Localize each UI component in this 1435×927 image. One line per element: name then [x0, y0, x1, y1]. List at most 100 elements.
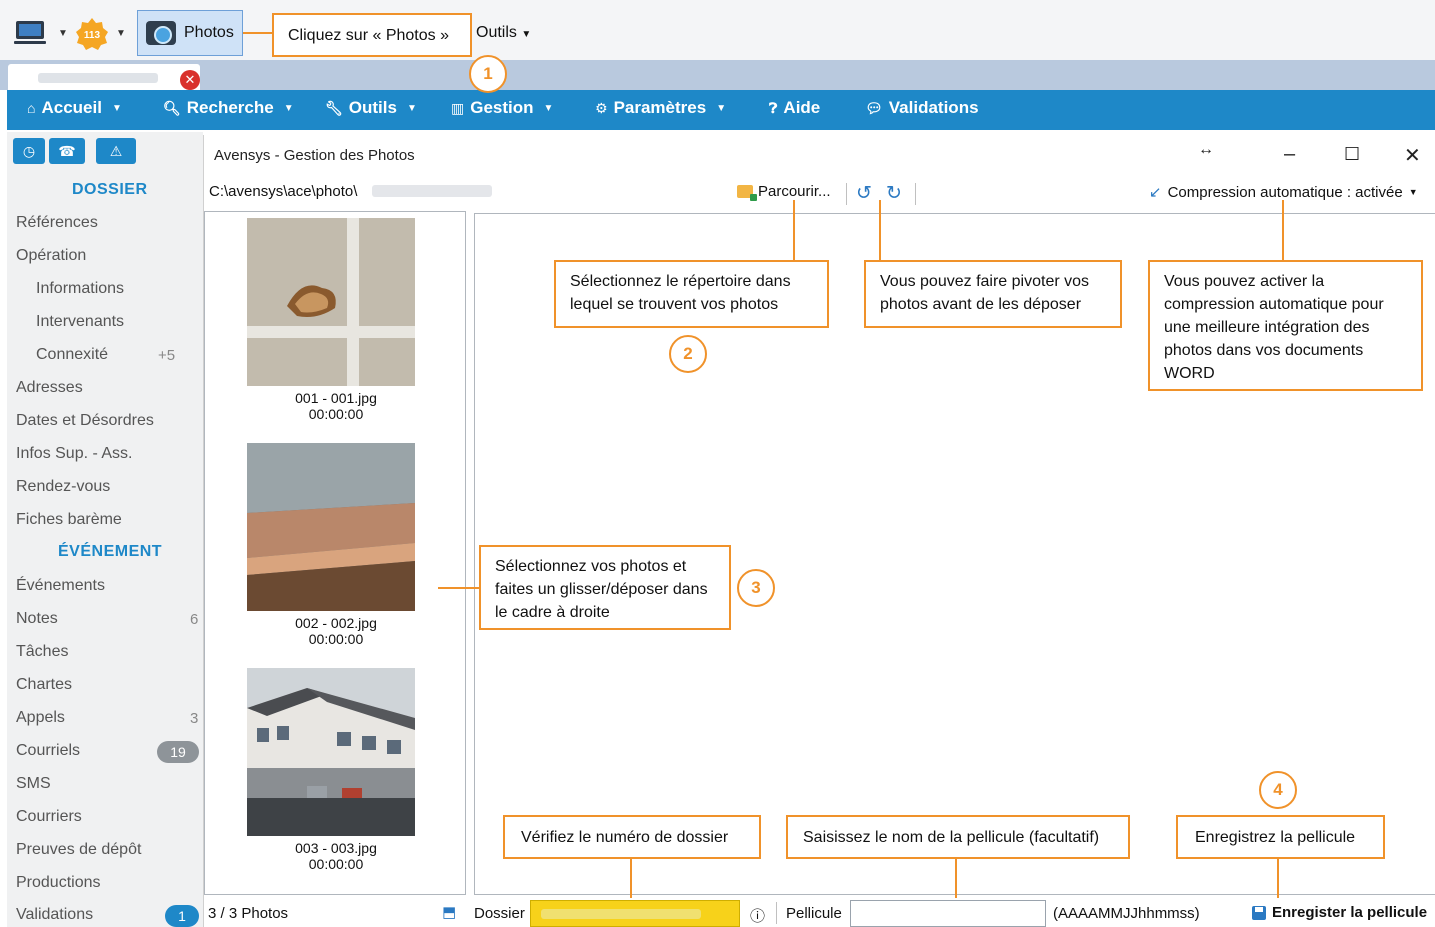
- date-format-hint: (AAAAMMJJhhmmss): [1053, 905, 1200, 922]
- sidebar-item-operation[interactable]: Opération: [16, 247, 86, 265]
- redacted-dossier-number: [541, 909, 701, 919]
- connector-line: [243, 32, 273, 34]
- maximize-icon[interactable]: ☐: [1344, 144, 1360, 165]
- folder-icon: [737, 185, 757, 201]
- monitor-dropdown-icon[interactable]: ▼: [58, 28, 68, 39]
- pellicule-name-input[interactable]: [850, 900, 1046, 927]
- connector-line: [793, 200, 795, 260]
- callout-compression: Vous pouvez activer la compression autom…: [1148, 260, 1423, 391]
- sidebar-item-adresses[interactable]: Adresses: [16, 379, 83, 397]
- sidebar-item-courriers[interactable]: Courriers: [16, 808, 82, 826]
- sidebar-item-sms[interactable]: SMS: [16, 775, 51, 793]
- phone-icon[interactable]: ☎: [49, 138, 85, 164]
- badge-dropdown-icon[interactable]: ▼: [116, 28, 126, 39]
- connector-line: [1282, 200, 1284, 260]
- sidebar-item-intervenants[interactable]: Intervenants: [36, 313, 124, 331]
- compress-icon: ↙: [1149, 184, 1162, 201]
- callout-rotate: Vous pouvez faire pivoter vos photos ava…: [864, 260, 1122, 328]
- minimize-icon[interactable]: –: [1284, 143, 1295, 166]
- photo-count: 3 / 3 Photos: [208, 905, 289, 922]
- close-window-icon[interactable]: ✕: [1404, 143, 1421, 168]
- photo-thumbnail[interactable]: [247, 218, 415, 386]
- thumbnail-name: 003 - 003.jpg: [295, 840, 377, 856]
- top-toolbar: ▼ 113 ▼ Photos Outils ▼: [0, 0, 1435, 60]
- search-icon: 🔍︎: [163, 99, 181, 116]
- redacted-path: [372, 185, 492, 197]
- callout-select-folder: Sélectionnez le répertoire dans lequel s…: [554, 260, 829, 328]
- thumbnail-time: 00:00:00: [308, 406, 364, 422]
- sidebar-item-rendez-vous[interactable]: Rendez-vous: [16, 478, 110, 496]
- sidebar-item-preuves[interactable]: Preuves de dépôt: [16, 841, 141, 859]
- redacted-tab-title: [38, 73, 158, 83]
- compression-toggle[interactable]: ↙ Compression automatique : activée ▼: [1149, 183, 1418, 202]
- sidebar-item-courriels[interactable]: Courriels: [16, 742, 80, 760]
- dossier-number-field[interactable]: [530, 900, 740, 927]
- help-icon: ❓︎: [769, 99, 778, 116]
- nav-outils[interactable]: 🔧︎ Outils ▼: [325, 98, 417, 118]
- sidebar-item-dates[interactable]: Dates et Désordres: [16, 412, 154, 430]
- notes-count: 6: [190, 611, 199, 628]
- sidebar-item-taches[interactable]: Tâches: [16, 643, 68, 661]
- photo-manager-window: Avensys - Gestion des Photos ↔ – ☐ ✕ C:\…: [203, 135, 1435, 927]
- callout-step1: Cliquez sur « Photos »: [272, 13, 472, 57]
- badge-count: 113: [84, 30, 101, 41]
- thumbnail-name: 001 - 001.jpg: [295, 390, 377, 406]
- browse-label: Parcourir...: [758, 183, 831, 200]
- sidebar-item-evenements[interactable]: Événements: [16, 577, 105, 595]
- callout-drag-drop: Sélectionnez vos photos et faites un gli…: [479, 545, 731, 630]
- close-tab-icon[interactable]: ✕: [180, 70, 200, 90]
- nav-accueil[interactable]: ⌂ Accueil ▼: [27, 98, 122, 118]
- nav-recherche[interactable]: 🔍︎ Recherche ▼: [163, 98, 294, 118]
- nav-gestion[interactable]: ▥ Gestion ▼: [451, 98, 553, 118]
- outils-menu-label: Outils: [476, 24, 517, 41]
- nav-accueil-label: Accueil: [41, 98, 102, 117]
- connector-line: [438, 587, 480, 589]
- sidebar-heading-evenement: ÉVÉNEMENT: [58, 543, 163, 560]
- photos-button[interactable]: Photos: [137, 10, 243, 56]
- sidebar-item-connexite[interactable]: Connexité: [36, 346, 108, 364]
- scan-icon[interactable]: ⬒: [442, 903, 456, 921]
- sidebar-item-validations[interactable]: Validations: [16, 906, 93, 924]
- browse-button[interactable]: Parcourir...: [737, 183, 831, 201]
- thumbnail-list[interactable]: 001 - 001.jpg 00:00:00 002 - 002.jpg 00:00…: [204, 211, 466, 895]
- sidebar-item-informations[interactable]: Informations: [36, 280, 124, 298]
- sidebar-item-infos-sup[interactable]: Infos Sup. - Ass.: [16, 445, 133, 463]
- notification-badge-icon[interactable]: 113: [76, 18, 108, 50]
- photo-thumbnail[interactable]: [247, 443, 415, 611]
- warning-icon[interactable]: ⚠: [96, 138, 136, 164]
- clock-icon[interactable]: ◷: [13, 138, 45, 164]
- thumbnail-name: 002 - 002.jpg: [295, 615, 377, 631]
- resize-arrows-icon[interactable]: ↔: [1198, 141, 1214, 159]
- compression-label: Compression automatique : activée: [1167, 183, 1403, 201]
- nav-recherche-label: Recherche: [186, 98, 274, 117]
- dossier-tab[interactable]: ✕: [8, 64, 200, 92]
- nav-parametres[interactable]: ⚙ Paramètres ▼: [595, 98, 726, 118]
- sidebar-item-notes[interactable]: Notes: [16, 610, 58, 628]
- status-separator: [776, 902, 777, 924]
- sidebar-item-appels[interactable]: Appels: [16, 709, 65, 727]
- nav-aide[interactable]: ❓︎ Aide: [769, 98, 820, 118]
- sidebar-item-fiches-bareme[interactable]: Fiches barème: [16, 511, 122, 529]
- photo-thumbnail[interactable]: [247, 668, 415, 836]
- sidebar-item-productions[interactable]: Productions: [16, 874, 101, 892]
- dossier-label: Dossier: [474, 905, 525, 922]
- nav-validations[interactable]: 💬︎ Validations: [865, 98, 979, 118]
- sidebar-item-chartes[interactable]: Chartes: [16, 676, 72, 694]
- nav-parametres-label: Paramètres: [613, 98, 707, 117]
- thumbnail-time: 00:00:00: [308, 856, 364, 872]
- step-number-4: 4: [1259, 771, 1297, 809]
- step-number-3: 3: [737, 569, 775, 607]
- gears-icon: ⚙: [595, 99, 608, 116]
- info-icon[interactable]: ⓘ: [750, 905, 765, 926]
- path-toolbar: C:\avensys\ace\photo\ Parcourir... ↺ ↻ ↙…: [204, 179, 1435, 209]
- folder-path[interactable]: C:\avensys\ace\photo\: [209, 183, 357, 200]
- nav-gestion-label: Gestion: [470, 98, 534, 117]
- save-pellicule-button[interactable]: Enregister la pellicule: [1252, 904, 1427, 921]
- outils-menu[interactable]: Outils ▼: [476, 24, 531, 42]
- monitor-icon[interactable]: [14, 20, 48, 46]
- rotate-left-icon[interactable]: ↺: [856, 182, 872, 205]
- callout-dossier: Vérifiez le numéro de dossier: [503, 815, 761, 859]
- photos-button-label: Photos: [184, 24, 234, 41]
- sidebar-item-references[interactable]: Références: [16, 214, 98, 232]
- rotate-right-icon[interactable]: ↻: [886, 182, 902, 205]
